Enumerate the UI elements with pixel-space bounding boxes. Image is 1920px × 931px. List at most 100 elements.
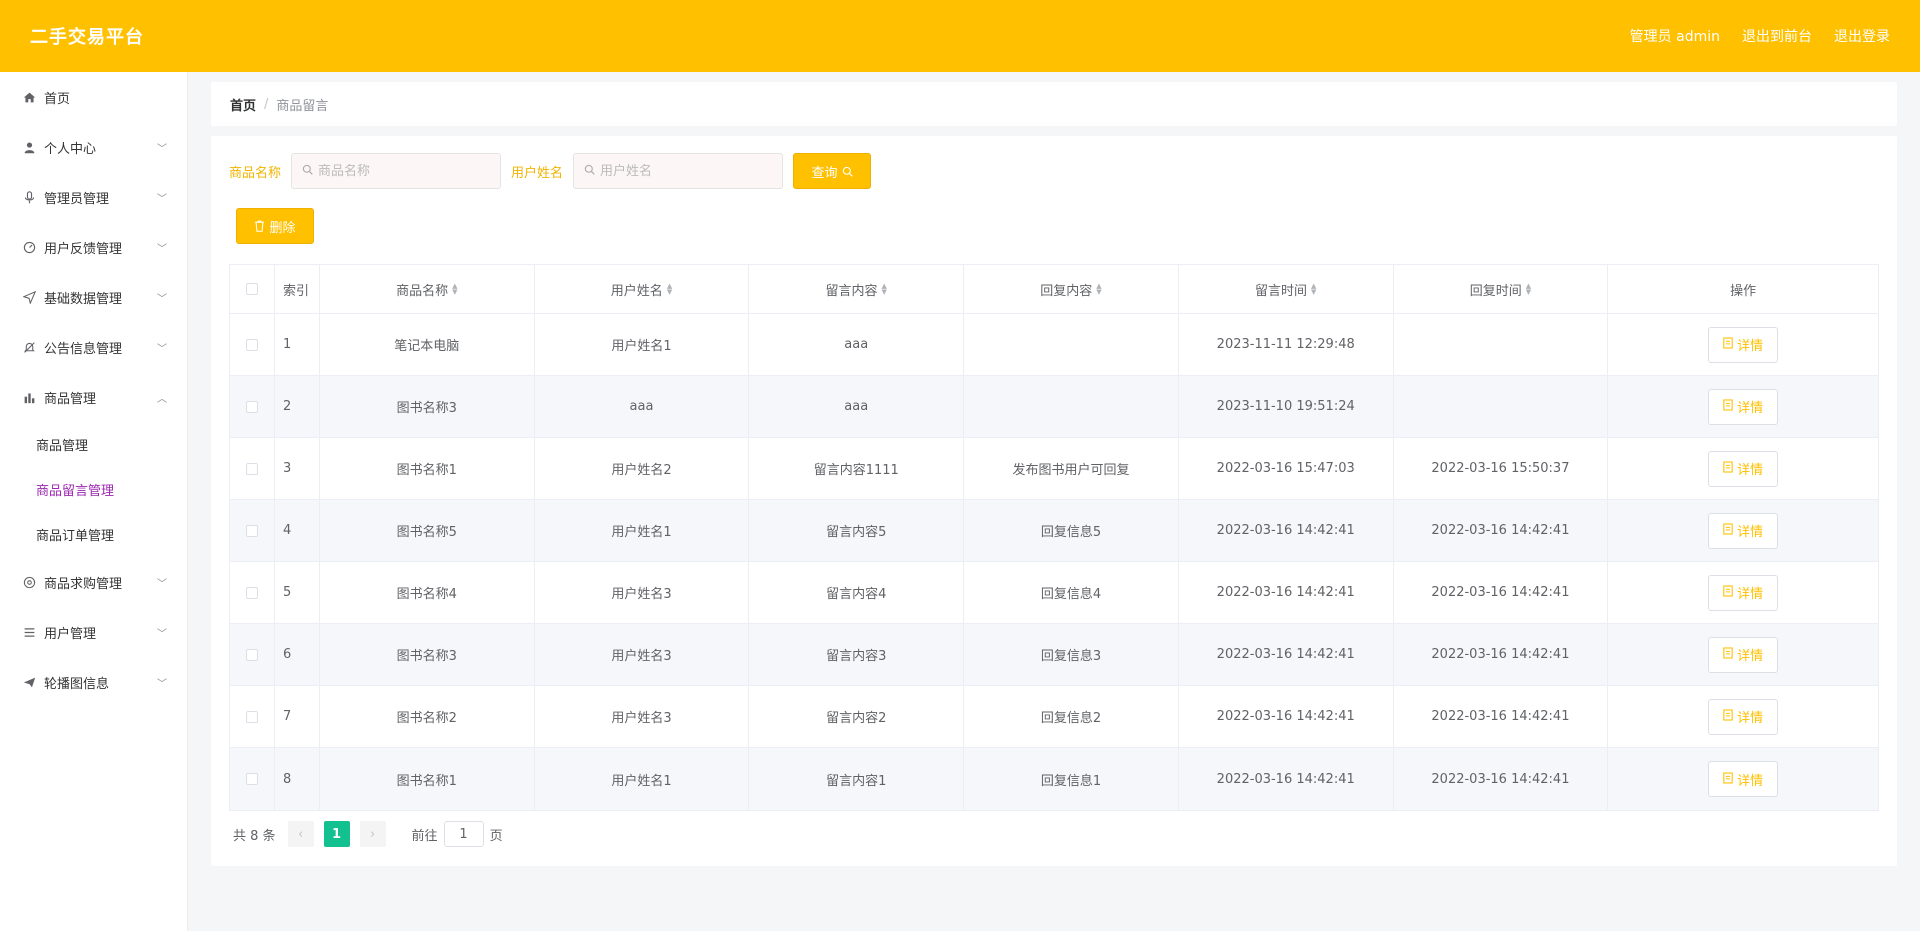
logout-link[interactable]: 退出登录 [1834,26,1890,46]
select-all-checkbox[interactable] [245,283,258,295]
header-reply-content[interactable]: 回复内容 ▲ ▼ [964,265,1179,313]
cell-product-name: 图书名称2 [320,686,535,747]
row-checkbox[interactable] [245,338,258,351]
sort-icon[interactable]: ▲ ▼ [1096,283,1101,296]
cell-comment-time: 2022-03-16 14:42:41 [1179,748,1394,810]
chevron-down-icon: ﹀ [157,578,167,590]
back-to-front-link[interactable]: 退出到前台 [1742,26,1812,46]
chevron-down-icon: ﹀ [157,193,167,205]
sort-icon[interactable]: ▲ ▼ [667,283,672,296]
bar-chart-icon [22,390,36,404]
cell-product-name: 笔记本电脑 [320,314,535,375]
detail-button[interactable]: 详情 [1708,698,1779,735]
sort-icon[interactable]: ▲ ▼ [1526,283,1531,296]
detail-button[interactable]: 详情 [1708,761,1779,797]
row-checkbox[interactable] [245,773,258,785]
document-icon [1723,399,1733,414]
sidebar-item-label: 用户反馈管理 [44,241,123,257]
delete-button[interactable]: 删除 [236,208,314,244]
user-name-input[interactable] [600,163,771,179]
row-checkbox[interactable] [245,524,258,537]
document-icon [1723,709,1733,724]
sidebar-item-products[interactable]: 商品管理 ︿ [0,372,187,422]
cell-index: 2 [275,376,320,437]
sidebar-item-notices[interactable]: 公告信息管理 ﹀ [0,322,187,372]
sidebar-subitem-product-manage[interactable]: 商品管理 [0,422,187,467]
sort-icon[interactable]: ▲ ▼ [882,283,887,296]
row-checkbox[interactable] [245,400,258,413]
next-page-button[interactable]: › [359,821,386,847]
breadcrumb-home[interactable]: 首页 [230,95,256,114]
breadcrumb: 首页 / 商品留言 [211,82,1897,126]
table-header-row: 索引 商品名称 ▲ ▼ 用户姓名 ▲ ▼ 留言内容 ▲ ▼ 回复内容 ▲ ▼ 留言时间 ▲ ▼ 回复… [230,265,1878,314]
sort-icon[interactable]: ▲ ▼ [452,283,457,296]
cell-user-name: 用户姓名1 [535,500,750,561]
detail-button[interactable]: 详情 [1708,636,1779,673]
row-checkbox[interactable] [245,462,258,475]
breadcrumb-current: 商品留言 [276,98,329,114]
row-checkbox[interactable] [245,710,258,723]
detail-button[interactable]: 详情 [1708,574,1779,611]
page-jumper: 前往 页 [412,821,503,847]
detail-button-label: 详情 [1737,401,1764,416]
header-reply-time[interactable]: 回复时间 ▲ ▼ [1394,265,1609,313]
search-icon [842,166,853,177]
sidebar-item-users[interactable]: 用户管理 ﹀ [0,607,187,657]
sidebar-item-home[interactable]: 首页 [0,72,187,122]
sidebar-item-label: 管理员管理 [44,191,110,207]
cell-comment-time: 2022-03-16 14:42:41 [1179,686,1394,747]
prev-page-button[interactable]: ‹ [287,821,314,847]
cell-comment-content: aaa [749,376,965,437]
page-number-current[interactable]: 1 [323,821,350,847]
header-label: 用户姓名 [610,283,663,299]
document-icon [1723,647,1733,662]
table-row: 7 图书名称2 用户姓名3 留言内容2 回复信息2 2022-03-16 14:42:41… [230,686,1878,748]
sort-icon[interactable]: ▲ ▼ [1311,283,1316,296]
cell-user-name: 用户姓名2 [535,438,750,499]
sidebar-item-basic-data[interactable]: 基础数据管理 ﹀ [0,272,187,322]
detail-button[interactable]: 详情 [1708,326,1779,363]
sidebar-item-label: 商品管理 [44,391,97,407]
table-row: 3 图书名称1 用户姓名2 留言内容1111 发布图书用户可回复 2022-03-16 1… [230,438,1878,500]
product-name-field[interactable] [291,153,502,189]
product-name-input[interactable] [318,163,489,179]
user-name-label: 用户姓名 [511,165,564,181]
sidebar-subitem-product-orders[interactable]: 商品订单管理 [0,512,187,557]
cell-actions: 详情 [1608,438,1878,499]
cell-user-name: 用户姓名3 [535,686,750,747]
header-comment-time[interactable]: 留言时间 ▲ ▼ [1179,265,1394,313]
user-name-field[interactable] [573,153,784,189]
header-product-name[interactable]: 商品名称 ▲ ▼ [320,265,535,313]
sidebar-item-admins[interactable]: 管理员管理 ﹀ [0,172,187,222]
paper-plane-icon [22,675,36,689]
sidebar-item-personal[interactable]: 个人中心 ﹀ [0,122,187,172]
cell-comment-time: 2022-03-16 15:47:03 [1179,438,1394,499]
product-name-label: 商品名称 [229,165,282,181]
header-user-name[interactable]: 用户姓名 ▲ ▼ [535,265,750,313]
bell-off-icon [22,340,36,354]
row-checkbox[interactable] [245,586,258,599]
detail-button[interactable]: 详情 [1708,512,1779,549]
detail-button[interactable]: 详情 [1708,450,1779,487]
cell-product-name: 图书名称5 [320,500,535,561]
cell-user-name: 用户姓名1 [535,748,750,810]
brand-title: 二手交易平台 [30,27,144,48]
query-button[interactable]: 查询 [793,153,872,189]
sidebar-item-feedback[interactable]: 用户反馈管理 ﹀ [0,222,187,272]
detail-button[interactable]: 详情 [1708,388,1779,425]
sidebar-subitem-product-comments[interactable]: 商品留言管理 [0,467,187,512]
search-icon [584,164,595,178]
goto-page-input[interactable] [443,821,484,847]
sidebar-item-carousel[interactable]: 轮播图信息 ﹀ [0,657,187,707]
header-actions: 操作 [1730,283,1757,299]
row-checkbox-cell [230,562,275,623]
row-checkbox-cell [230,686,275,747]
cell-actions: 详情 [1608,376,1878,437]
header-comment-content[interactable]: 留言内容 ▲ ▼ [749,265,965,313]
cell-reply-time: 2022-03-16 14:42:41 [1394,500,1609,561]
cell-product-name: 图书名称1 [320,748,535,810]
sidebar-item-purchase-requests[interactable]: 商品求购管理 ﹀ [0,557,187,607]
cell-comment-content: 留言内容1111 [749,438,965,499]
detail-button-label: 详情 [1737,649,1764,664]
row-checkbox[interactable] [245,648,258,661]
